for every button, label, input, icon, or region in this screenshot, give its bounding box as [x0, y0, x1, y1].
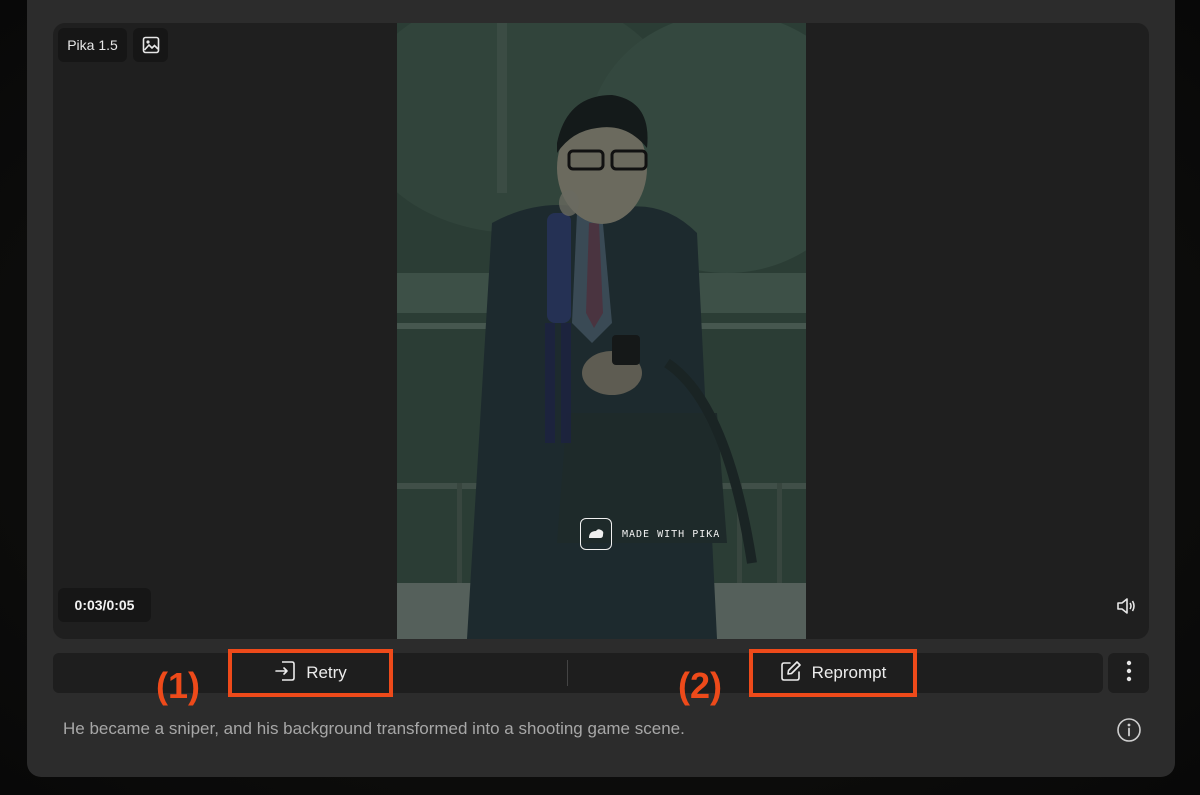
edit-icon [780, 660, 802, 687]
image-icon[interactable] [133, 28, 168, 62]
video-frame[interactable]: MADE WITH PIKA [397, 23, 806, 639]
more-vertical-icon [1126, 660, 1132, 687]
model-badge: Pika 1.5 [58, 28, 127, 62]
pika-logo-icon [580, 518, 612, 550]
prompt-text: He became a sniper, and his background t… [63, 719, 685, 738]
info-icon[interactable] [1115, 716, 1143, 744]
action-bar: Retry Reprompt [53, 649, 1103, 697]
volume-icon[interactable] [1111, 591, 1141, 621]
page-background: MADE WITH PIKA Pika 1.5 0:03/0:05 Retry … [0, 0, 1200, 795]
pika-watermark: MADE WITH PIKA [580, 518, 720, 550]
watermark-text: MADE WITH PIKA [622, 528, 721, 540]
retry-button[interactable]: Retry [228, 649, 393, 697]
generation-card: MADE WITH PIKA Pika 1.5 0:03/0:05 Retry … [27, 0, 1175, 777]
reprompt-label: Reprompt [811, 663, 887, 682]
playback-time: 0:03/0:05 [58, 588, 151, 622]
annotation-marker-2: (2) [678, 665, 722, 706]
more-options-button[interactable] [1108, 653, 1149, 693]
annotation-marker-1: (1) [156, 665, 200, 706]
video-player[interactable]: MADE WITH PIKA Pika 1.5 0:03/0:05 [53, 23, 1149, 639]
retry-icon [274, 660, 296, 687]
reprompt-button[interactable]: Reprompt [749, 649, 917, 697]
action-divider [567, 660, 568, 686]
retry-label: Retry [306, 663, 347, 682]
